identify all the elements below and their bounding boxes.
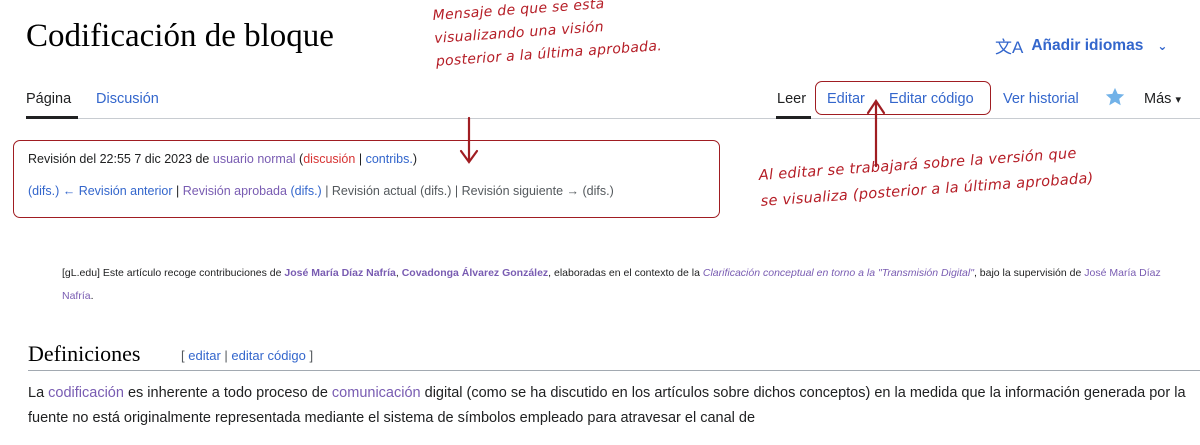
separator: | xyxy=(358,152,363,166)
body-text: La xyxy=(28,385,45,401)
translate-icon: 文A xyxy=(995,38,1024,57)
tab-leer[interactable]: Leer xyxy=(777,91,806,107)
body-paragraph: La codificación es inherente a todo proc… xyxy=(28,381,1196,431)
revision-navigation: (difs.) ← Revisión anterior | Revisión a… xyxy=(28,184,614,198)
author-link[interactable]: Covadonga Álvarez González xyxy=(402,267,548,279)
annotation-edit-message: Al editar se trabajará sobre la versión … xyxy=(758,140,1094,215)
revision-info: Revisión del 22:55 7 dic 2023 de usuario… xyxy=(28,152,417,166)
codificacion-link[interactable]: codificación xyxy=(48,385,124,401)
tab-mas-label: Más xyxy=(1144,91,1172,107)
tab-discusion[interactable]: Discusión xyxy=(96,91,159,107)
tab-mas[interactable]: Más ▾ xyxy=(1144,91,1181,107)
tabs-divider xyxy=(26,118,1200,119)
section-divider xyxy=(28,370,1200,371)
bracket-close: ] xyxy=(309,348,314,363)
user-contribs-link[interactable]: contribs. xyxy=(366,152,413,166)
star-icon[interactable] xyxy=(1104,86,1126,108)
comunicacion-link[interactable]: comunicación xyxy=(332,385,421,401)
revision-prefix: Revisión del 22:55 7 dic 2023 de xyxy=(28,152,210,166)
add-languages-button[interactable]: 文A Añadir idiomas ⌄ xyxy=(995,33,1167,58)
bracket-open: [ xyxy=(181,348,185,363)
approved-diff-link[interactable]: (difs.) xyxy=(290,184,321,198)
separator: | xyxy=(224,348,228,363)
chevron-down-icon: ⌄ xyxy=(1157,38,1168,53)
note-comma: , xyxy=(395,267,399,279)
tab-pagina-active-indicator xyxy=(26,116,78,119)
contributors-note: [gL.edu] Este artículo recoge contribuci… xyxy=(62,262,1188,308)
annotation-arrows xyxy=(459,99,886,168)
current-revision-text: | Revisión actual (difs.) | Revisión sig… xyxy=(325,184,614,198)
annotation-revision-message: Mensaje de que se está visualizando una … xyxy=(432,0,663,74)
context-link[interactable]: Clarificación conceptual en torno a la "… xyxy=(703,267,974,279)
previous-revision-link[interactable]: ← Revisión anterior xyxy=(63,184,173,198)
page-title: Codificación de bloque xyxy=(26,18,334,54)
chevron-down-icon: ▾ xyxy=(1175,94,1181,106)
note-prefix: [gL.edu] Este artículo recoge contribuci… xyxy=(62,267,282,279)
add-languages-label: Añadir idiomas xyxy=(1031,36,1144,54)
note-end: . xyxy=(90,290,94,302)
paren-close: ) xyxy=(412,152,417,166)
edit-tabs-highlight-box xyxy=(815,81,991,115)
section-edit-code-link[interactable]: editar código xyxy=(231,348,305,363)
tab-ver-historial[interactable]: Ver historial xyxy=(1003,91,1079,107)
diff-link[interactable]: (difs.) xyxy=(28,184,59,198)
tab-pagina[interactable]: Página xyxy=(26,91,71,107)
section-edit-links: [ editar | editar código ] xyxy=(181,348,313,363)
approved-revision-link[interactable]: Revisión aprobada xyxy=(183,184,287,198)
tab-leer-active-indicator xyxy=(776,116,811,119)
user-talk-link[interactable]: discusión xyxy=(303,152,355,166)
section-heading: Definiciones xyxy=(28,341,141,366)
note-supervision: , bajo la supervisión de xyxy=(973,267,1082,279)
section-edit-link[interactable]: editar xyxy=(188,348,221,363)
note-mid: , elaboradas en el contexto de la xyxy=(548,267,700,279)
author-link[interactable]: José María Díaz Nafría xyxy=(284,267,395,279)
body-text: es inherente a todo proceso de xyxy=(127,385,328,401)
separator: | xyxy=(175,184,180,198)
user-link[interactable]: usuario normal xyxy=(213,152,296,166)
